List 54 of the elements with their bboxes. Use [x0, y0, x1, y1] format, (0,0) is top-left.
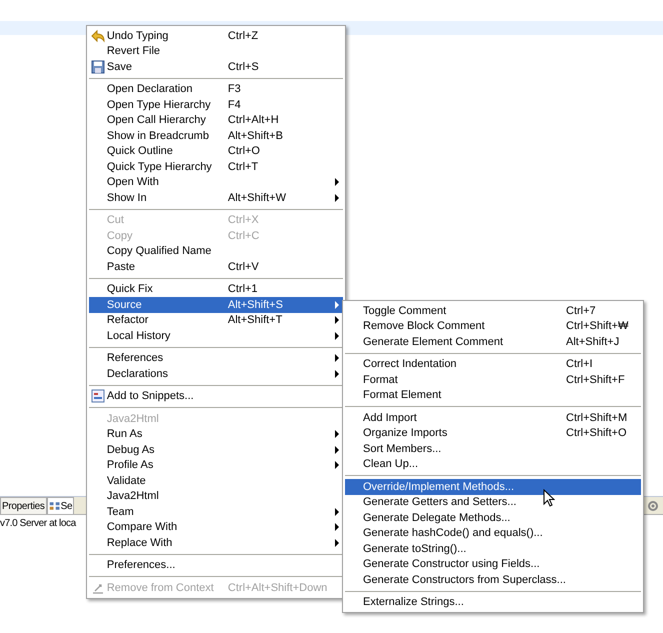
menu-item[interactable]: Source Alt+Shift+S	[89, 297, 343, 312]
menu-item[interactable]: Open Call Hierarchy Ctrl+Alt+H	[89, 112, 343, 128]
menu-item[interactable]: Refactor Alt+Shift+T	[89, 312, 343, 328]
menu-item[interactable]: Generate Constructors from Superclass...	[345, 572, 641, 588]
menu-item[interactable]: Preferences...	[89, 558, 343, 573]
menu-item[interactable]: Generate toString()...	[345, 541, 641, 556]
menu-item[interactable]: References	[89, 350, 343, 366]
menu-item[interactable]: Format Ctrl+Shift+F	[345, 372, 641, 388]
gear-icon[interactable]	[646, 499, 660, 513]
menu-item[interactable]: Java2Html	[89, 488, 343, 504]
menu-item[interactable]: Save Ctrl+S	[89, 59, 343, 74]
menu-item[interactable]: Validate	[89, 473, 343, 488]
menu-item[interactable]: Add Import Ctrl+Shift+M	[345, 410, 641, 426]
menu-item[interactable]: Compare With	[89, 520, 343, 535]
menu-item[interactable]: Run As	[89, 426, 343, 442]
menu-item[interactable]: Open With	[89, 174, 343, 190]
menu-item[interactable]: Externalize Strings...	[345, 594, 641, 610]
menu-item[interactable]: Generate Constructor using Fields...	[345, 556, 641, 572]
menu-item[interactable]: Local History	[89, 328, 343, 344]
menu-item[interactable]: Quick Fix Ctrl+1	[89, 282, 343, 297]
menu-item[interactable]: Generate hashCode() and equals()...	[345, 526, 641, 541]
menu-item[interactable]: Show In Alt+Shift+W	[89, 190, 343, 206]
menu-item[interactable]: Generate Delegate Methods...	[345, 510, 641, 526]
menu-item[interactable]: Quick Type Hierarchy Ctrl+T	[89, 159, 343, 174]
menu-item[interactable]: Paste Ctrl+V	[89, 259, 343, 274]
panel-tab[interactable]: Properties	[0, 497, 47, 514]
menu-item[interactable]: Override/Implement Methods...	[345, 479, 641, 494]
menu-item[interactable]: Remove Block Comment Ctrl+Shift+₩	[345, 318, 641, 334]
snippets-icon	[90, 389, 105, 404]
mouse-pointer-icon	[543, 489, 555, 507]
menu-item[interactable]: Organize Imports Ctrl+Shift+O	[345, 426, 641, 441]
menu-item[interactable]: Copy Qualified Name	[89, 244, 343, 259]
menu-item[interactable]: Clean Up...	[345, 456, 641, 472]
menu-item[interactable]: Generate Element Comment Alt+Shift+J	[345, 334, 641, 350]
menu-item[interactable]: Profile As	[89, 458, 343, 473]
menu-item[interactable]: Sort Members...	[345, 441, 641, 456]
menu-item[interactable]: Generate Getters and Setters...	[345, 494, 641, 510]
undo-arrow-icon	[90, 28, 106, 43]
menu-item[interactable]: Undo Typing Ctrl+Z	[89, 28, 343, 44]
menu-item[interactable]: Add to Snippets...	[89, 388, 343, 404]
menu-item[interactable]: Toggle Comment Ctrl+7	[345, 303, 641, 318]
menu-item[interactable]: Replace With	[89, 535, 343, 550]
menu-item[interactable]: Declarations	[89, 366, 343, 382]
menu-item[interactable]: Show in Breadcrumb Alt+Shift+B	[89, 128, 343, 144]
menu-item[interactable]: Open Declaration F3	[89, 82, 343, 97]
menu-item[interactable]: Open Type Hierarchy F4	[89, 97, 343, 112]
menu-item[interactable]: Correct Indentation Ctrl+I	[345, 356, 641, 372]
menu-item[interactable]: Debug As	[89, 442, 343, 458]
menu-item[interactable]: Team	[89, 504, 343, 520]
panel-tab[interactable]: Se	[46, 497, 74, 514]
menu-item[interactable]: Revert File	[89, 44, 343, 59]
menu-item[interactable]: Quick Outline Ctrl+O	[89, 144, 343, 159]
server-entry: v7.0 Server at loca	[0, 518, 76, 529]
menu-item[interactable]: Format Element	[345, 388, 641, 403]
